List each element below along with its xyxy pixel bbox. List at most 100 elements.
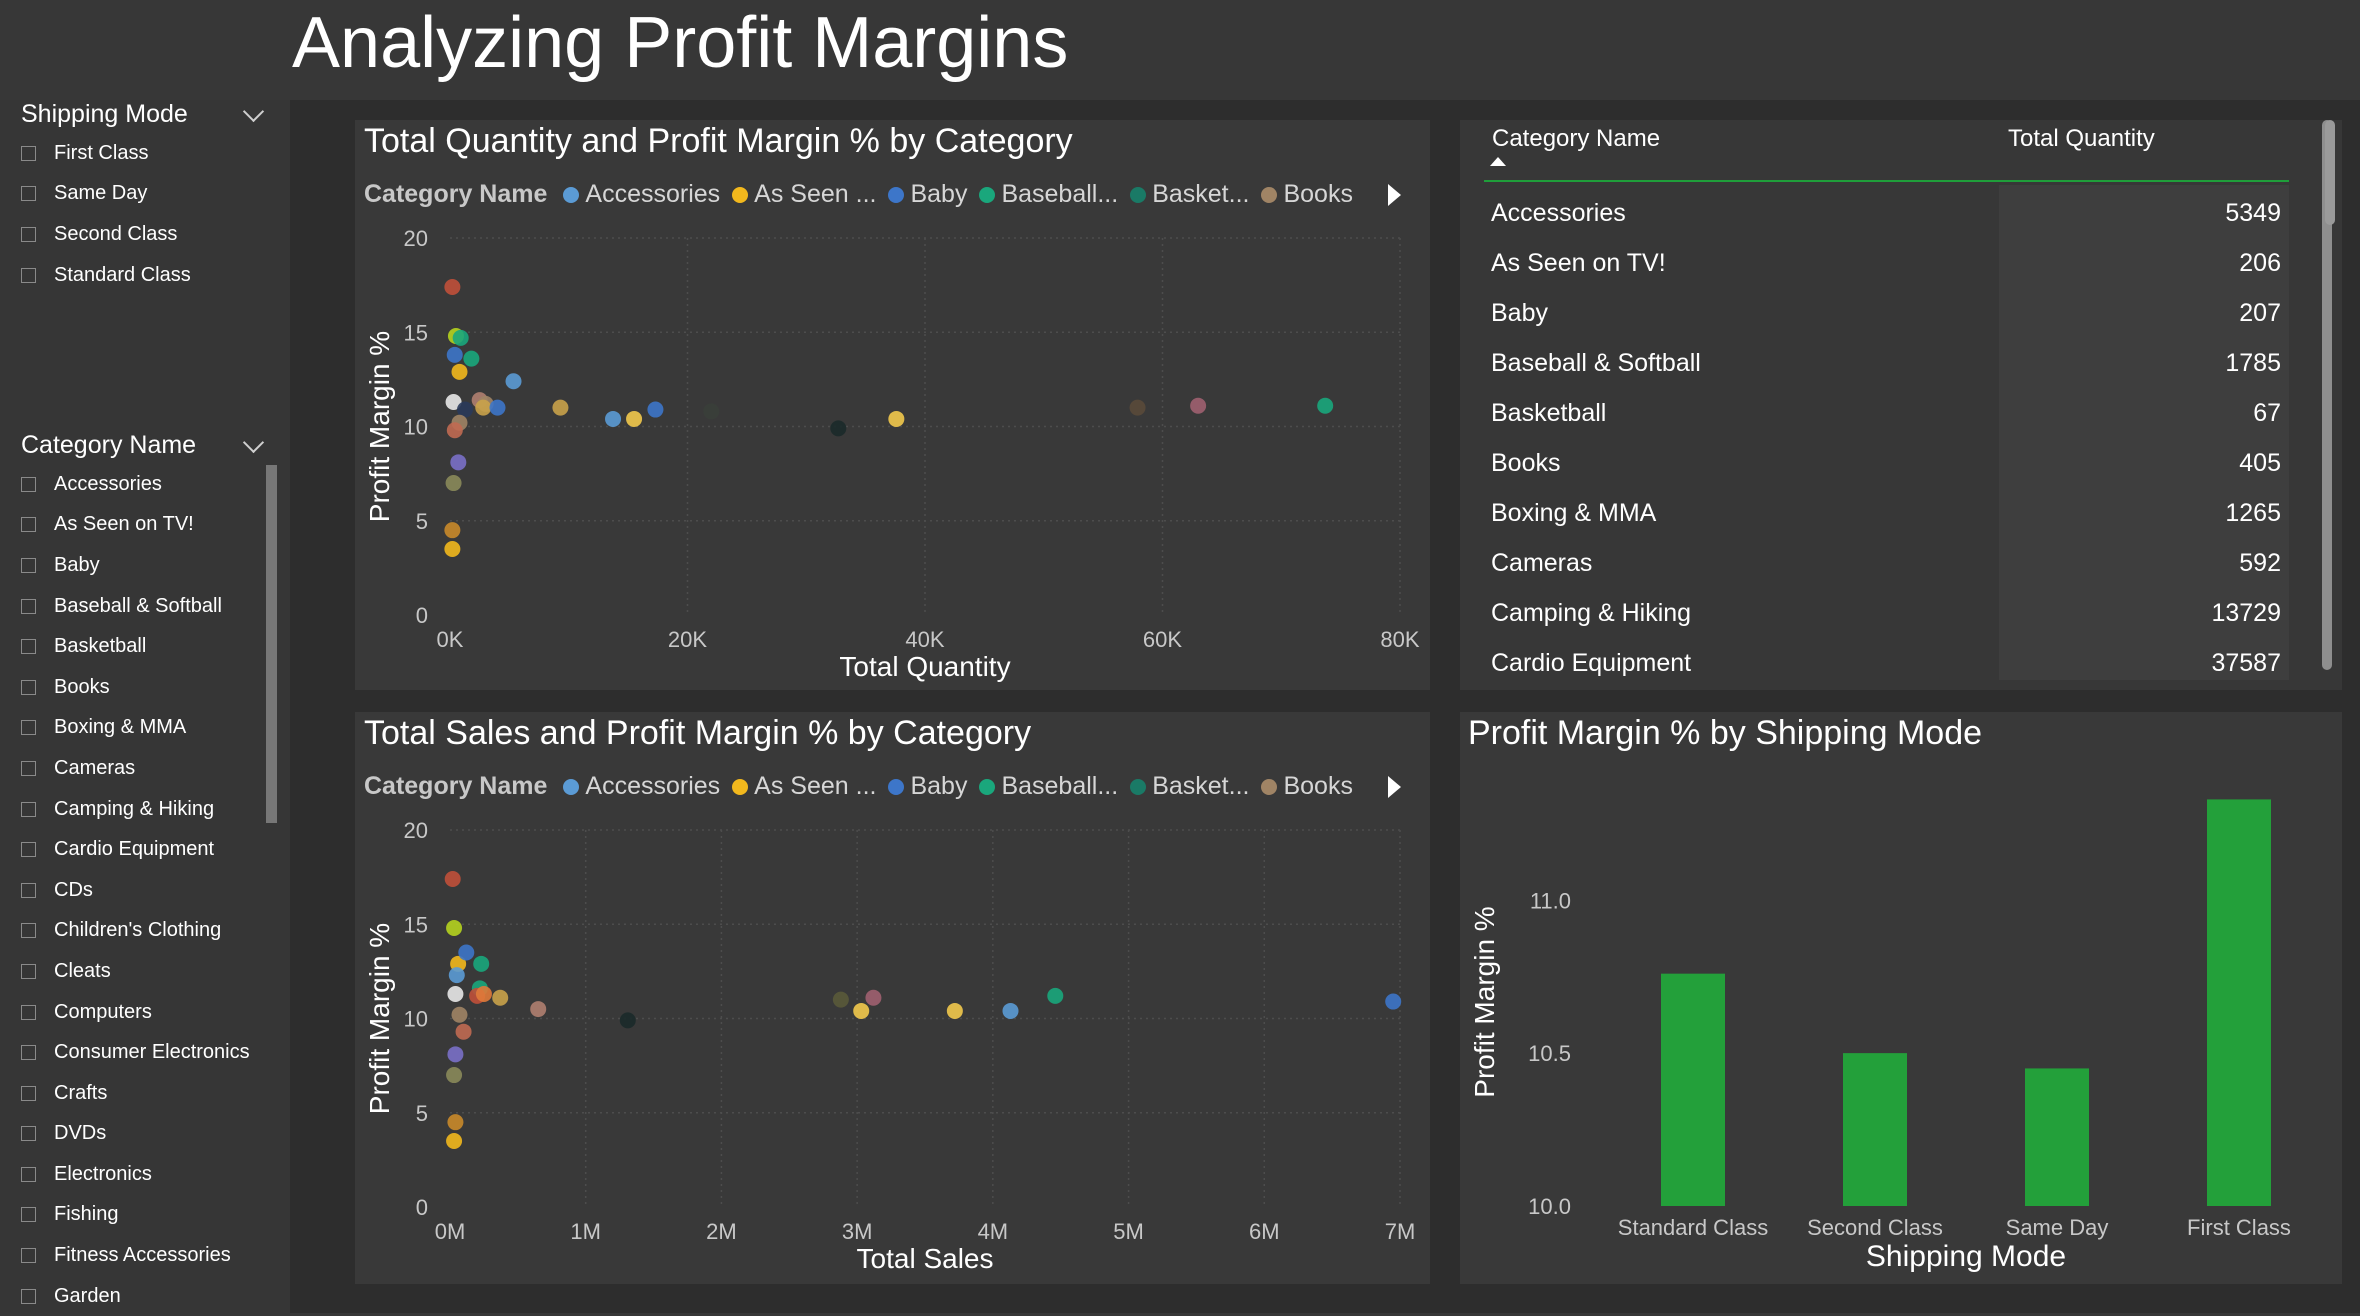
data-point[interactable] bbox=[853, 1002, 870, 1019]
checkbox[interactable] bbox=[21, 720, 36, 736]
table-row[interactable]: As Seen on TV! 206 bbox=[1484, 237, 2289, 287]
data-point[interactable] bbox=[451, 363, 468, 380]
data-point[interactable] bbox=[865, 989, 882, 1006]
table-row[interactable]: Baby 207 bbox=[1484, 287, 2289, 337]
checkbox[interactable] bbox=[21, 882, 36, 898]
checkbox[interactable] bbox=[21, 476, 36, 492]
data-point[interactable] bbox=[446, 1067, 463, 1084]
data-point[interactable] bbox=[626, 410, 643, 427]
shipping-mode-option[interactable]: First Class bbox=[21, 133, 191, 174]
checkbox[interactable] bbox=[21, 598, 36, 614]
category-option[interactable]: Basketball bbox=[21, 626, 250, 667]
data-point[interactable] bbox=[1002, 1002, 1019, 1019]
checkbox[interactable] bbox=[21, 923, 36, 939]
bar[interactable] bbox=[2207, 799, 2271, 1206]
shipping-mode-option[interactable]: Same Day bbox=[21, 174, 191, 215]
category-option[interactable]: Books bbox=[21, 667, 250, 708]
data-point[interactable] bbox=[473, 955, 490, 972]
checkbox[interactable] bbox=[21, 267, 36, 283]
checkbox[interactable] bbox=[21, 679, 36, 695]
category-option[interactable]: Baby bbox=[21, 545, 250, 586]
data-point[interactable] bbox=[451, 1006, 468, 1023]
column-header-quantity[interactable]: Total Quantity bbox=[2008, 125, 2155, 153]
category-option[interactable]: Fitness Accessories bbox=[21, 1235, 250, 1276]
data-point[interactable] bbox=[703, 403, 720, 420]
checkbox[interactable] bbox=[21, 963, 36, 979]
table-row[interactable]: Boxing & MMA 1265 bbox=[1484, 487, 2289, 537]
data-point[interactable] bbox=[446, 346, 463, 363]
category-option[interactable]: As Seen on TV! bbox=[21, 505, 250, 546]
data-point[interactable] bbox=[1317, 397, 1334, 414]
checkbox[interactable] bbox=[21, 760, 36, 776]
data-point[interactable] bbox=[445, 475, 462, 492]
shipping-mode-option[interactable]: Second Class bbox=[21, 214, 191, 255]
data-point[interactable] bbox=[444, 541, 461, 558]
category-option[interactable]: Fishing bbox=[21, 1195, 250, 1236]
category-option[interactable]: Cleats bbox=[21, 951, 250, 992]
data-point[interactable] bbox=[447, 1046, 464, 1063]
data-point[interactable] bbox=[475, 985, 492, 1002]
category-option[interactable]: Crafts bbox=[21, 1073, 250, 1114]
data-point[interactable] bbox=[444, 279, 461, 296]
data-point[interactable] bbox=[647, 401, 664, 418]
data-point[interactable] bbox=[444, 522, 461, 539]
data-point[interactable] bbox=[446, 920, 463, 937]
checkbox[interactable] bbox=[21, 186, 36, 202]
data-point[interactable] bbox=[832, 991, 849, 1008]
bar[interactable] bbox=[1843, 1053, 1907, 1206]
checkbox[interactable] bbox=[21, 226, 36, 242]
checkbox[interactable] bbox=[21, 639, 36, 655]
data-point[interactable] bbox=[619, 1012, 636, 1029]
data-point[interactable] bbox=[446, 422, 463, 439]
checkbox[interactable] bbox=[21, 1126, 36, 1142]
data-point[interactable] bbox=[1190, 397, 1207, 414]
bar[interactable] bbox=[2025, 1068, 2089, 1206]
checkbox[interactable] bbox=[21, 842, 36, 858]
data-point[interactable] bbox=[447, 1114, 464, 1131]
data-point[interactable] bbox=[492, 989, 509, 1006]
checkbox[interactable] bbox=[21, 145, 36, 161]
category-option[interactable]: Camping & Hiking bbox=[21, 789, 250, 830]
table-row[interactable]: Accessories 5349 bbox=[1484, 187, 2289, 237]
data-point[interactable] bbox=[447, 985, 464, 1002]
category-option[interactable]: CDs bbox=[21, 870, 250, 911]
checkbox[interactable] bbox=[21, 1045, 36, 1061]
category-option[interactable]: Baseball & Softball bbox=[21, 586, 250, 627]
checkbox[interactable] bbox=[21, 1207, 36, 1223]
data-point[interactable] bbox=[448, 967, 465, 984]
category-option[interactable]: Accessories bbox=[21, 464, 250, 505]
data-point[interactable] bbox=[455, 1023, 472, 1040]
table-scrollbar-thumb[interactable] bbox=[2325, 120, 2335, 225]
category-option[interactable]: DVDs bbox=[21, 1114, 250, 1155]
data-point[interactable] bbox=[444, 871, 461, 888]
bar[interactable] bbox=[1661, 973, 1725, 1206]
category-option[interactable]: Children's Clothing bbox=[21, 911, 250, 952]
table-row[interactable]: Cardio Equipment 37587 bbox=[1484, 637, 2289, 687]
checkbox[interactable] bbox=[21, 1288, 36, 1304]
table-row[interactable]: Baseball & Softball 1785 bbox=[1484, 337, 2289, 387]
data-point[interactable] bbox=[530, 1001, 547, 1018]
category-option[interactable]: Cameras bbox=[21, 748, 250, 789]
shipping-mode-option[interactable]: Standard Class bbox=[21, 255, 191, 296]
data-point[interactable] bbox=[475, 399, 492, 416]
table-row[interactable]: Basketball 67 bbox=[1484, 387, 2289, 437]
data-point[interactable] bbox=[463, 350, 480, 367]
data-point[interactable] bbox=[452, 329, 469, 346]
data-point[interactable] bbox=[458, 944, 475, 961]
category-slicer-scrollbar[interactable] bbox=[266, 465, 277, 823]
category-option[interactable]: Cardio Equipment bbox=[21, 829, 250, 870]
checkbox[interactable] bbox=[21, 1085, 36, 1101]
data-point[interactable] bbox=[489, 399, 506, 416]
checkbox[interactable] bbox=[21, 517, 36, 533]
data-point[interactable] bbox=[552, 399, 569, 416]
data-point[interactable] bbox=[830, 420, 847, 437]
data-point[interactable] bbox=[1385, 993, 1402, 1010]
table-row[interactable]: Cameras 592 bbox=[1484, 537, 2289, 587]
checkbox[interactable] bbox=[21, 1248, 36, 1264]
data-point[interactable] bbox=[446, 1133, 463, 1150]
data-point[interactable] bbox=[605, 410, 622, 427]
data-point[interactable] bbox=[450, 454, 467, 471]
checkbox[interactable] bbox=[21, 1004, 36, 1020]
category-option[interactable]: Garden bbox=[21, 1276, 250, 1316]
category-option[interactable]: Computers bbox=[21, 992, 250, 1033]
